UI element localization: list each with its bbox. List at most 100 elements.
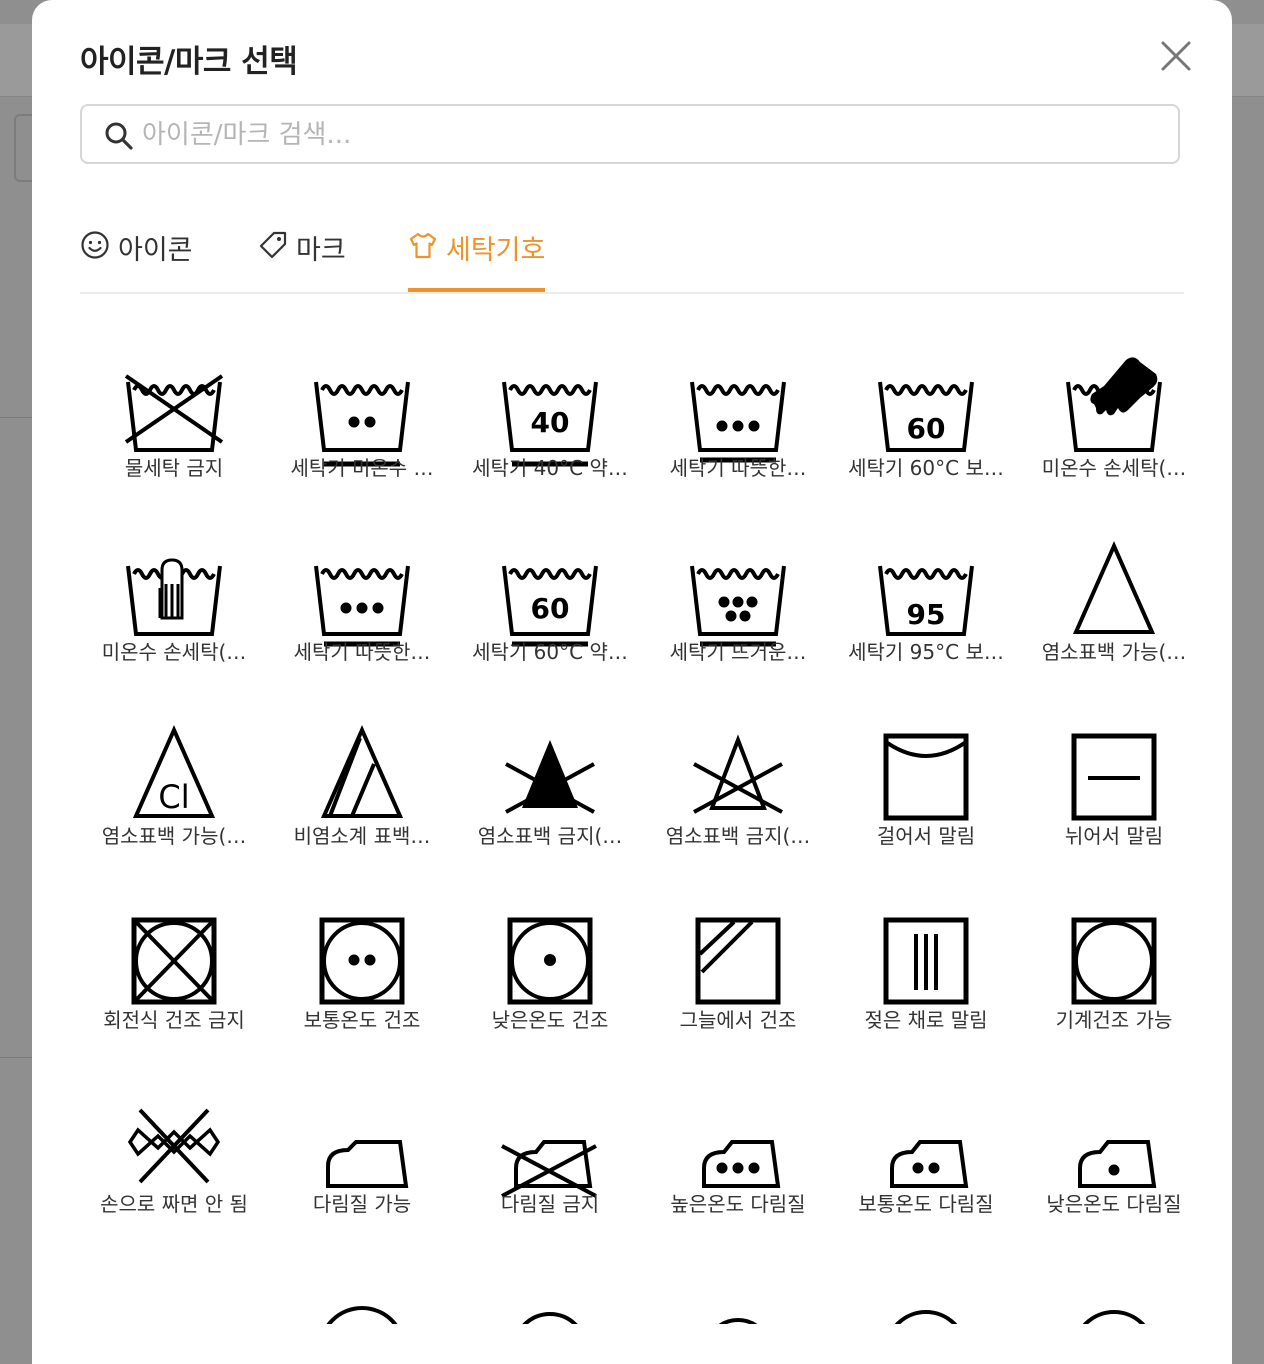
symbol-option[interactable]: 낮은온도 다림질 bbox=[1020, 1056, 1208, 1240]
symbol-label: 걸어서 말림 bbox=[876, 824, 976, 848]
symbol-option[interactable]: 그늘에서 건조 bbox=[644, 872, 832, 1056]
tumble-dry-prohibited-icon bbox=[131, 917, 217, 1005]
background-divider bbox=[0, 417, 32, 418]
machine-wash-hot-gentle-icon bbox=[690, 381, 786, 463]
bleach-prohibited-outline-icon bbox=[693, 734, 783, 814]
symbol-label: 뉘어서 말림 bbox=[1064, 824, 1164, 848]
symbol-option[interactable]: 40 세탁기 40°C 약… bbox=[456, 320, 644, 504]
symbol-label: 보통온도 다림질 bbox=[858, 1192, 994, 1216]
symbol-option[interactable]: 회전식 건조 금지 bbox=[80, 872, 268, 1056]
symbol-label: 미온수 손세탁(… bbox=[1041, 456, 1187, 480]
tab-marks[interactable]: 마크 bbox=[258, 228, 346, 290]
tab-label: 아이콘 bbox=[118, 235, 193, 266]
search-box bbox=[80, 104, 1180, 164]
symbol-option[interactable]: 뉘어서 말림 bbox=[1020, 688, 1208, 872]
bleach-prohibited-filled-icon bbox=[505, 740, 595, 814]
iron-allowed-icon bbox=[326, 1140, 409, 1188]
svg-text:95: 95 bbox=[907, 598, 946, 631]
symbol-option[interactable]: 높은온도 다림질 bbox=[644, 1056, 832, 1240]
tumble-dry-normal-icon bbox=[319, 917, 405, 1005]
symbol-option[interactable]: 세탁기 따뜻한… bbox=[268, 504, 456, 688]
dialog-title: 아이콘/마크 선택 bbox=[80, 44, 298, 80]
symbol-label: 다림질 가능 bbox=[312, 1192, 412, 1216]
search-input[interactable] bbox=[140, 114, 1154, 156]
tab-icons[interactable]: 아이콘 bbox=[80, 228, 193, 290]
symbol-option[interactable]: 세탁기 뜨거운… bbox=[644, 504, 832, 688]
tab-label: 마크 bbox=[296, 235, 346, 266]
symbol-option[interactable]: 95 세탁기 95°C 보… bbox=[832, 504, 1020, 688]
symbol-option[interactable]: 젖은 채로 말림 bbox=[832, 872, 1020, 1056]
symbol-option[interactable]: 염소표백 가능(… bbox=[1020, 504, 1208, 688]
svg-text:Cl: Cl bbox=[158, 778, 189, 816]
symbol-option[interactable]: 낮은온도 건조 bbox=[456, 872, 644, 1056]
dry-in-shade-icon bbox=[695, 917, 781, 1005]
symbol-option[interactable]: 미온수 손세탁(… bbox=[80, 504, 268, 688]
wet-clean-prohibited-icon bbox=[718, 1318, 758, 1324]
symbol-option[interactable] bbox=[268, 1240, 456, 1324]
close-icon[interactable] bbox=[1158, 38, 1194, 74]
symbol-option[interactable]: A bbox=[1020, 1240, 1208, 1324]
symbol-option[interactable]: 세탁기 따뜻한… bbox=[644, 320, 832, 504]
machine-wash-hot-very-gentle-icon bbox=[314, 565, 410, 647]
symbol-option[interactable] bbox=[832, 1240, 1020, 1324]
symbol-option[interactable]: 걸어서 말림 bbox=[832, 688, 1020, 872]
svg-text:60: 60 bbox=[907, 412, 946, 445]
svg-text:40: 40 bbox=[531, 406, 570, 439]
symbol-option[interactable]: 보통온도 건조 bbox=[268, 872, 456, 1056]
hand-wash-alt-icon bbox=[126, 558, 222, 636]
symbol-option[interactable]: 비염소계 표백… bbox=[268, 688, 456, 872]
iron-high-icon bbox=[702, 1140, 781, 1188]
symbol-option[interactable]: 물세탁 금지 bbox=[80, 320, 268, 504]
iron-steam-icon bbox=[108, 1260, 240, 1324]
machine-wash-95-icon: 95 bbox=[878, 565, 974, 636]
drip-dry-icon bbox=[883, 917, 969, 1005]
symbol-label: 높은온도 다림질 bbox=[670, 1192, 806, 1216]
symbol-picker-dialog: 아이콘/마크 선택 아이콘 마크 bbox=[32, 0, 1232, 1364]
symbol-label: 비염소계 표백… bbox=[293, 824, 431, 848]
chlorine-bleach-icon: Cl bbox=[132, 725, 216, 818]
svg-text:60: 60 bbox=[531, 592, 570, 625]
flat-dry-icon bbox=[1071, 733, 1157, 821]
symbol-label: 낮은온도 건조 bbox=[491, 1008, 609, 1032]
machine-wash-40-gentle-icon: 40 bbox=[502, 381, 598, 467]
symbol-label: 미온수 손세탁(… bbox=[101, 640, 247, 664]
symbol-option[interactable]: 60 세탁기 60°C 약… bbox=[456, 504, 644, 688]
symbol-option[interactable] bbox=[80, 1240, 268, 1324]
symbol-label: 세탁기 따뜻한… bbox=[293, 640, 431, 664]
symbol-option[interactable]: 기계건조 가능 bbox=[1020, 872, 1208, 1056]
symbol-option[interactable]: 염소표백 금지(… bbox=[456, 688, 644, 872]
search-icon bbox=[105, 122, 133, 150]
symbol-label: 염소표백 가능(… bbox=[101, 824, 247, 848]
symbol-option[interactable]: 보통온도 다림질 bbox=[832, 1056, 1020, 1240]
shirt-icon bbox=[409, 232, 437, 259]
symbol-label: 세탁기 60°C 보… bbox=[848, 456, 1004, 480]
symbol-grid: 물세탁 금지 세탁기 미온수 … 40 세탁기 40°C 약… 세탁기 따뜻한… 60 세탁… bbox=[80, 320, 1208, 1324]
do-not-wring-icon bbox=[127, 1108, 221, 1184]
symbol-option[interactable]: 다림질 금지 bbox=[456, 1056, 644, 1240]
tab-laundry-symbols[interactable]: 세탁기호 bbox=[408, 228, 546, 292]
symbol-option[interactable] bbox=[456, 1240, 644, 1324]
dry-clean-any-solvent-icon: A bbox=[1082, 1310, 1146, 1324]
symbol-label: 보통온도 건조 bbox=[303, 1008, 421, 1032]
tab-bar: 아이콘 마크 세탁기호 bbox=[80, 216, 1184, 294]
background-divider bbox=[0, 1057, 32, 1058]
symbol-option[interactable]: 다림질 가능 bbox=[268, 1056, 456, 1240]
non-chlorine-bleach-icon bbox=[320, 725, 404, 818]
dry-clean-icon bbox=[326, 1306, 398, 1324]
iron-medium-icon bbox=[890, 1140, 969, 1188]
tumble-dry-low-icon bbox=[507, 917, 593, 1005]
iron-low-icon bbox=[1078, 1140, 1157, 1188]
machine-wash-warm-icon bbox=[314, 381, 410, 467]
line-dry-icon bbox=[883, 733, 969, 821]
bleach-allowed-icon bbox=[1072, 541, 1156, 634]
symbol-option[interactable]: 미온수 손세탁(… bbox=[1020, 320, 1208, 504]
symbol-label: 세탁기 40°C 약… bbox=[472, 456, 628, 480]
symbol-option[interactable]: Cl 염소표백 가능(… bbox=[80, 688, 268, 872]
symbol-option[interactable]: 60 세탁기 60°C 보… bbox=[832, 320, 1020, 504]
symbol-option[interactable] bbox=[644, 1240, 832, 1324]
symbol-option[interactable]: 손으로 짜면 안 됨 bbox=[80, 1056, 268, 1240]
symbol-label: 다림질 금지 bbox=[500, 1192, 600, 1216]
symbol-label: 세탁기 60°C 약… bbox=[472, 640, 628, 664]
symbol-option[interactable]: 세탁기 미온수 … bbox=[268, 320, 456, 504]
symbol-option[interactable]: 염소표백 금지(… bbox=[644, 688, 832, 872]
